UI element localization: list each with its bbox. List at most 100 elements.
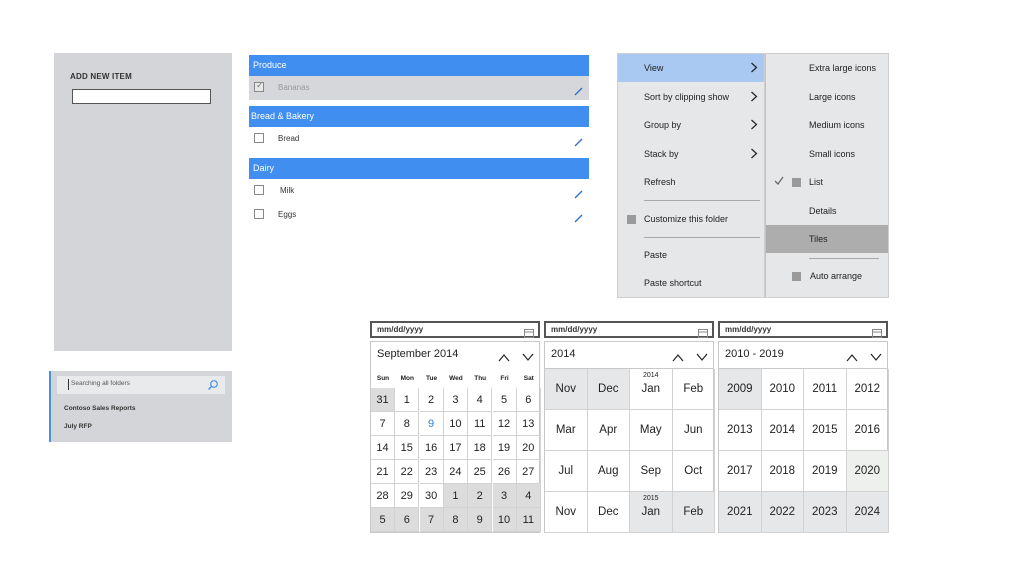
day-cell[interactable]: 3 — [443, 388, 468, 412]
chevron-up-icon[interactable] — [498, 349, 510, 367]
day-cell[interactable]: 17 — [443, 436, 468, 460]
menu-item-refresh[interactable]: Refresh — [618, 168, 764, 196]
date-input[interactable]: mm/dd/yyyy — [718, 321, 888, 338]
day-cell[interactable]: 2 — [419, 388, 444, 412]
day-cell[interactable]: 26 — [492, 460, 517, 484]
day-cell[interactable]: 15 — [395, 436, 420, 460]
chevron-down-icon[interactable] — [870, 349, 882, 367]
day-cell[interactable]: 19 — [492, 436, 517, 460]
calendar-title[interactable]: 2010 - 2019 — [725, 348, 784, 360]
day-cell[interactable]: 9 — [468, 508, 493, 532]
year-cell[interactable]: 2022 — [761, 492, 804, 533]
day-cell[interactable]: 18 — [468, 436, 493, 460]
list-item[interactable]: Eggs — [249, 203, 589, 227]
day-cell[interactable]: 1 — [395, 388, 420, 412]
day-cell[interactable]: 6 — [516, 388, 541, 412]
day-cell[interactable]: 28 — [371, 484, 395, 508]
year-cell[interactable]: 2015 — [804, 410, 847, 451]
year-cell[interactable]: 2024 — [846, 492, 889, 533]
year-cell[interactable]: 2017 — [719, 451, 762, 492]
day-cell[interactable]: 23 — [419, 460, 444, 484]
edit-pencil-icon[interactable] — [574, 83, 583, 101]
submenu-item-small-icons[interactable]: Small icons — [766, 140, 888, 168]
item-checkbox[interactable] — [254, 209, 264, 219]
year-cell[interactable]: 2012 — [846, 369, 889, 410]
group-header-dairy[interactable]: Dairy — [249, 158, 589, 179]
chevron-down-icon[interactable] — [522, 349, 534, 367]
day-cell[interactable]: 11 — [516, 508, 541, 532]
calendar-title[interactable]: September 2014 — [377, 348, 458, 360]
chevron-down-icon[interactable] — [696, 349, 708, 367]
day-cell[interactable]: 11 — [468, 412, 493, 436]
chevron-up-icon[interactable] — [672, 349, 684, 367]
year-cell[interactable]: 2014 — [761, 410, 804, 451]
list-item[interactable]: Milk — [249, 179, 589, 203]
year-cell[interactable]: 2020 — [846, 451, 889, 492]
item-checkbox[interactable]: ✓ — [254, 80, 264, 92]
add-item-input[interactable] — [72, 89, 211, 104]
day-cell[interactable]: 24 — [443, 460, 468, 484]
menu-item-group-by[interactable]: Group by — [618, 111, 764, 139]
month-cell[interactable]: Nov — [545, 369, 588, 410]
month-cell[interactable]: May — [630, 410, 673, 451]
search-icon[interactable] — [207, 378, 219, 396]
day-cell[interactable]: 3 — [492, 484, 517, 508]
month-cell[interactable]: Mar — [545, 410, 588, 451]
submenu-item-tiles[interactable]: Tiles — [766, 225, 888, 253]
year-cell[interactable]: 2009 — [719, 369, 762, 410]
date-input[interactable]: mm/dd/yyyy — [544, 321, 714, 338]
month-cell[interactable]: Dec — [587, 492, 630, 533]
submenu-item-extra-large-icons[interactable]: Extra large icons — [766, 54, 888, 82]
day-cell[interactable]: 20 — [516, 436, 541, 460]
day-cell[interactable]: 10 — [443, 412, 468, 436]
year-cell[interactable]: 2023 — [804, 492, 847, 533]
month-cell[interactable]: Apr — [587, 410, 630, 451]
day-cell[interactable]: 31 — [371, 388, 395, 412]
day-cell[interactable]: 14 — [371, 436, 395, 460]
item-checkbox[interactable] — [254, 133, 264, 143]
day-cell[interactable]: 29 — [395, 484, 420, 508]
date-input[interactable]: mm/dd/yyyy — [370, 321, 540, 338]
menu-item-paste[interactable]: Paste — [618, 241, 764, 269]
menu-item-stack-by[interactable]: Stack by — [618, 140, 764, 168]
group-header-produce[interactable]: Produce — [249, 55, 589, 76]
year-cell[interactable]: 2018 — [761, 451, 804, 492]
submenu-item-large-icons[interactable]: Large icons — [766, 83, 888, 111]
year-cell[interactable]: 2013 — [719, 410, 762, 451]
menu-item-view[interactable]: View — [618, 54, 764, 82]
month-cell[interactable]: Dec — [587, 369, 630, 410]
day-cell[interactable]: 21 — [371, 460, 395, 484]
day-cell[interactable]: 4 — [468, 388, 493, 412]
calendar-title[interactable]: 2014 — [551, 348, 575, 360]
year-cell[interactable]: 2016 — [846, 410, 889, 451]
year-cell[interactable]: 2010 — [761, 369, 804, 410]
day-cell[interactable]: 13 — [516, 412, 541, 436]
day-cell[interactable]: 4 — [516, 484, 541, 508]
year-cell[interactable]: 2021 — [719, 492, 762, 533]
submenu-item-details[interactable]: Details — [766, 197, 888, 225]
day-cell[interactable]: 7 — [419, 508, 444, 532]
day-cell[interactable]: 8 — [395, 412, 420, 436]
item-checkbox[interactable] — [254, 185, 264, 195]
month-cell[interactable]: Sep — [630, 451, 673, 492]
day-cell[interactable]: 5 — [492, 388, 517, 412]
group-header-bread-bakery[interactable]: Bread & Bakery — [249, 106, 589, 127]
submenu-item-auto-arrange[interactable]: Auto arrange — [766, 262, 888, 290]
month-cell[interactable]: 2014 Jan — [630, 369, 673, 410]
year-cell[interactable]: 2011 — [804, 369, 847, 410]
chevron-up-icon[interactable] — [846, 349, 858, 367]
menu-item-sort-by[interactable]: Sort by clipping show — [618, 83, 764, 111]
day-cell[interactable]: 1 — [443, 484, 468, 508]
month-cell[interactable]: Feb — [672, 492, 715, 533]
month-cell[interactable]: Jul — [545, 451, 588, 492]
month-cell[interactable]: 2015 Jan — [630, 492, 673, 533]
day-cell[interactable]: 27 — [516, 460, 541, 484]
day-cell[interactable]: 8 — [443, 508, 468, 532]
submenu-item-medium-icons[interactable]: Medium icons — [766, 111, 888, 139]
menu-item-paste-shortcut[interactable]: Paste shortcut — [618, 269, 764, 297]
month-cell[interactable]: Nov — [545, 492, 588, 533]
day-cell[interactable]: 22 — [395, 460, 420, 484]
day-cell[interactable]: 30 — [419, 484, 444, 508]
month-cell[interactable]: Feb — [672, 369, 715, 410]
month-cell[interactable]: Aug — [587, 451, 630, 492]
